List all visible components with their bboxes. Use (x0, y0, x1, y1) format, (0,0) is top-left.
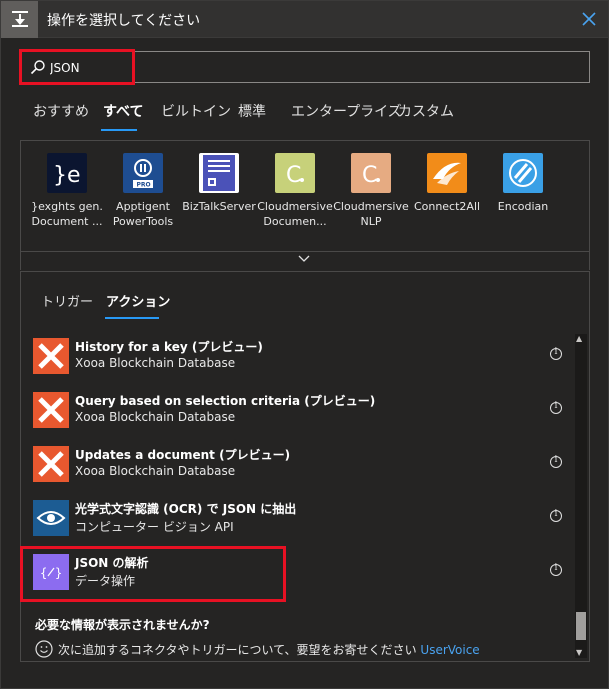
svg-text:{: { (40, 566, 47, 580)
svg-text:}e: }e (53, 163, 81, 188)
action-item[interactable]: History for a key (プレビュー) Xooa Blockchai… (33, 334, 563, 382)
connector-name: }exghts gen. Document ... (31, 200, 103, 228)
svg-text:C: C (286, 163, 301, 188)
connector-name: Encodian (497, 200, 549, 213)
xooa-icon (33, 446, 69, 482)
encodian-logo (503, 153, 543, 193)
tab-standard[interactable]: 標準 (238, 101, 266, 121)
chevron-down-icon (298, 255, 310, 262)
search-input[interactable] (50, 58, 550, 78)
feedback-text: 次に追加するコネクタやトリガーについて、要望をお寄せください UserVoice (58, 641, 480, 658)
connector-name: Cloudmersive NLP (333, 200, 409, 228)
connector-connect2all[interactable]: Connect2All (409, 153, 485, 214)
search-box[interactable] (19, 51, 590, 83)
feedback-message: 次に追加するコネクタやトリガーについて、要望をお寄せください (58, 643, 417, 657)
action-item[interactable]: Query based on selection criteria (プレビュー… (33, 388, 563, 436)
action-connector: Xooa Blockchain Database (75, 410, 236, 424)
missing-info-title: 必要な情報が表示されませんか? (35, 618, 210, 632)
info-icon[interactable] (550, 347, 562, 360)
operation-icon (1, 1, 38, 38)
smile-icon (35, 640, 53, 658)
action-connector: Xooa Blockchain Database (75, 464, 236, 478)
cloudmersive-logo: C (351, 153, 391, 193)
connect2all-logo (427, 153, 467, 193)
action-item[interactable]: { } JSON の解析 データ操作 (33, 550, 563, 598)
xooa-icon (33, 392, 69, 428)
exghts-logo: }e (47, 153, 87, 193)
info-icon[interactable] (550, 455, 562, 468)
panel-title: 操作を選択してください (47, 13, 201, 29)
tab-active-indicator (101, 129, 137, 131)
connector-name: Connect2All (413, 200, 481, 213)
tab-all[interactable]: すべて (103, 101, 143, 121)
info-icon[interactable] (550, 401, 562, 414)
scroll-down-icon[interactable]: ▼ (576, 648, 582, 657)
action-connector: データ操作 (75, 574, 136, 588)
action-item[interactable]: Updates a document (プレビュー) Xooa Blockcha… (33, 442, 563, 490)
info-icon[interactable] (550, 509, 562, 522)
action-title: JSON の解析 (75, 556, 149, 570)
subtab-active-indicator (105, 317, 159, 319)
tab-actions[interactable]: アクション (106, 291, 170, 310)
connector-name: Cloudmersive Documen... (257, 200, 333, 228)
connector-name: BizTalkServer (182, 200, 256, 213)
action-title: Query based on selection criteria (プレビュー… (75, 394, 376, 408)
scrollbar[interactable]: ▲ ▼ (575, 334, 587, 658)
action-title: 光学式文字認識 (OCR) で JSON に抽出 (75, 502, 297, 516)
svg-text:PRO: PRO (137, 182, 151, 189)
uservoice-link[interactable]: UserVoice (420, 643, 479, 657)
action-item[interactable]: 光学式文字認識 (OCR) で JSON に抽出 コンピューター ビジョン AP… (33, 496, 563, 544)
search-icon (30, 60, 45, 75)
action-connector: Xooa Blockchain Database (75, 356, 236, 370)
cloudmersive-logo: C (275, 153, 315, 193)
tab-custom[interactable]: カスタム (398, 101, 454, 121)
collapse-connectors-button[interactable] (20, 251, 590, 271)
panel-header: 操作を選択してください (1, 1, 608, 38)
data-operation-icon: { } (33, 554, 69, 590)
tab-recommended[interactable]: おすすめ (33, 101, 89, 121)
biztalk-logo (199, 153, 239, 193)
tab-builtin[interactable]: ビルトイン (161, 101, 231, 121)
connector-encodian[interactable]: Encodian (485, 153, 561, 214)
xooa-icon (33, 338, 69, 374)
connector-cloudmersive-nlp[interactable]: C Cloudmersive NLP (333, 153, 409, 229)
connector-cloudmersive-document[interactable]: C Cloudmersive Documen... (257, 153, 333, 229)
apptigent-logo: PRO (123, 153, 163, 193)
svg-text:C: C (362, 163, 377, 188)
action-connector: コンピューター ビジョン API (75, 520, 234, 534)
eye-icon (33, 500, 69, 536)
connector-biztalk[interactable]: BizTalkServer (181, 153, 257, 214)
action-title: Updates a document (プレビュー) (75, 448, 291, 462)
svg-text:}: } (55, 566, 62, 580)
info-icon[interactable] (550, 563, 562, 576)
close-icon[interactable] (579, 9, 599, 29)
connector-exghts[interactable]: }e }exghts gen. Document ... (29, 153, 105, 229)
choose-operation-panel: 操作を選択してください おすすめ すべて ビルトイン 標準 エンタープライズ カ… (0, 0, 609, 689)
actions-panel: トリガー アクション History for a key (プレビュー) Xoo… (20, 271, 590, 662)
connector-apptigent[interactable]: PRO Apptigent PowerTools (105, 153, 181, 229)
scroll-up-icon[interactable]: ▲ (576, 334, 582, 343)
action-title: History for a key (プレビュー) (75, 340, 263, 354)
tab-triggers[interactable]: トリガー (41, 291, 93, 310)
tab-enterprise[interactable]: エンタープライズ (291, 101, 402, 121)
scroll-thumb[interactable] (576, 612, 586, 640)
connector-name: Apptigent PowerTools (112, 200, 174, 228)
